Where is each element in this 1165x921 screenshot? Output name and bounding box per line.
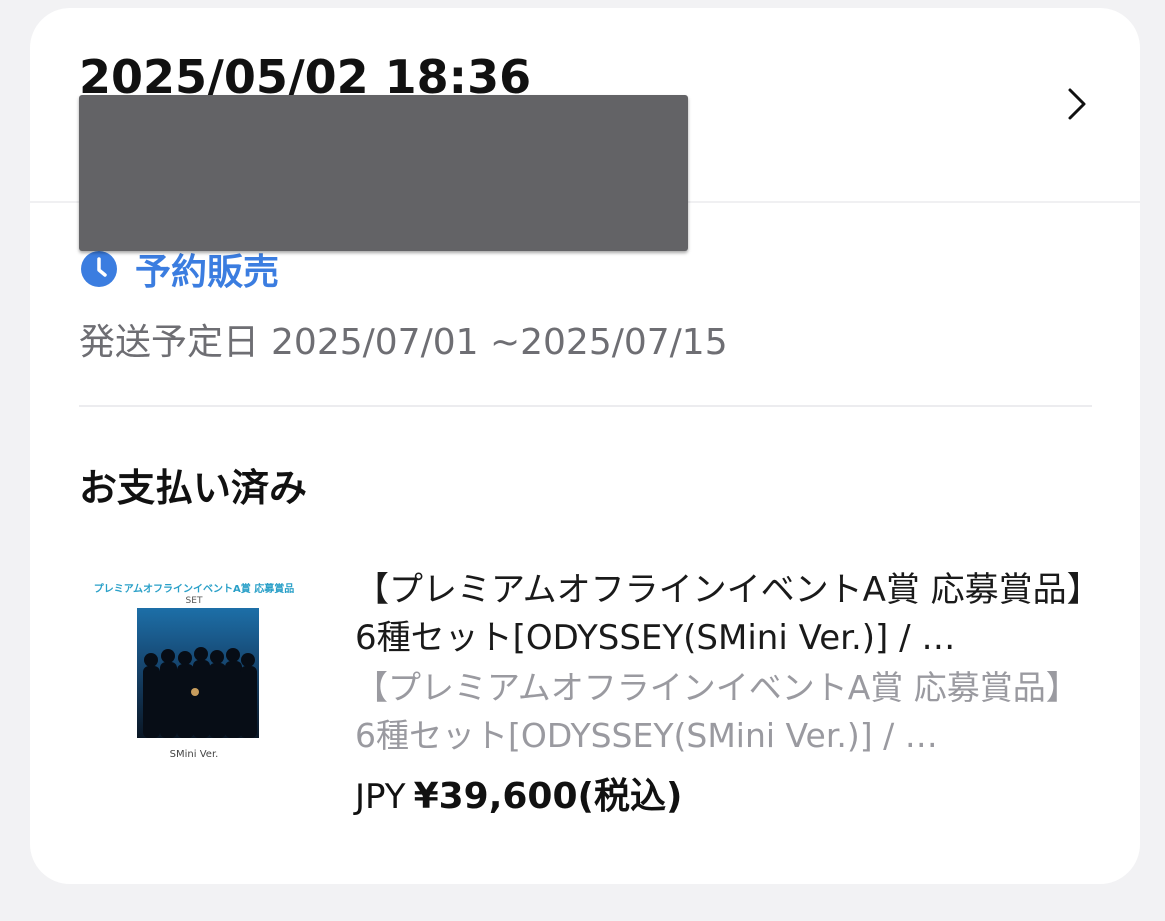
thumbnail-title: プレミアムオフラインイベントA賞 応募賞品 [93, 584, 295, 595]
album-cover-image [137, 608, 259, 738]
product-option: 【プレミアムオフラインイベントA賞 応募賞品】6種セット[ODYSSEY(SMi… [355, 668, 1079, 755]
order-status: 予約販売 [79, 246, 279, 293]
price-currency: JPY [355, 777, 406, 817]
price-amount: ¥39,600(税込) [413, 776, 683, 817]
section-divider [79, 405, 1092, 407]
shipping-date: 発送予定日 2025/07/01 ~2025/07/15 [79, 321, 728, 365]
product-price: JPY ¥39,600(税込) [355, 774, 1092, 826]
product-item[interactable]: プレミアムオフラインイベントA賞 応募賞品 SET SMini Ver. 【プレ… [79, 566, 1092, 836]
shipping-label: 発送予定日 [79, 322, 260, 363]
product-name[interactable]: 【プレミアムオフラインイベントA賞 応募賞品】6種セット[ODYSSEY(SMi… [355, 566, 1092, 662]
product-info: 【プレミアムオフラインイベントA賞 応募賞品】6種セット[ODYSSEY(SMi… [355, 566, 1092, 826]
chevron-right-icon[interactable] [1056, 84, 1096, 124]
payment-status-title: お支払い済み [79, 466, 308, 510]
product-thumbnail[interactable]: プレミアムオフラインイベントA賞 応募賞品 SET SMini Ver. [79, 566, 309, 766]
shipping-range: 2025/07/01 ~2025/07/15 [271, 322, 728, 363]
clock-icon [81, 251, 117, 287]
order-card: 2025/05/02 18:36 予約販売 発送予定日 2025/07/01 ~2… [30, 8, 1140, 884]
thumbnail-version-label: SMini Ver. [169, 749, 219, 760]
thumbnail-set-label: SET [185, 596, 203, 606]
redaction-block [79, 95, 688, 251]
